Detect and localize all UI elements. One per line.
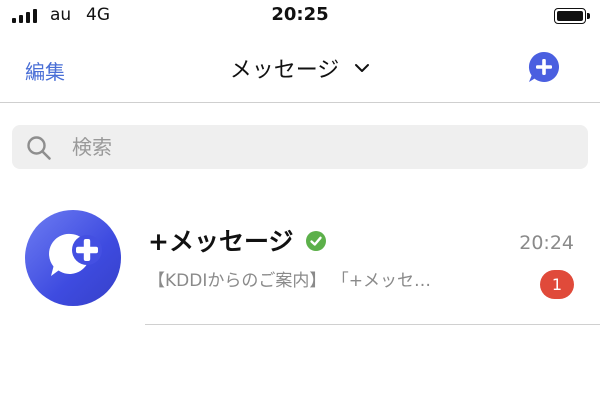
conversation-sender: +メッセージ xyxy=(148,227,294,256)
search-input[interactable] xyxy=(72,133,572,161)
search-bar[interactable] xyxy=(12,125,588,169)
title-selector[interactable]: メッセージ xyxy=(0,52,600,84)
status-bar: au 4G 20:25 xyxy=(0,0,600,34)
status-time: 20:25 xyxy=(271,4,329,25)
chevron-down-icon xyxy=(355,64,370,72)
verified-check-icon xyxy=(306,231,326,251)
unread-badge: 1 xyxy=(540,270,574,299)
conversation-time: 20:24 xyxy=(519,232,574,254)
row-divider xyxy=(145,324,600,325)
conversation-preview: 【KDDIからのご案内】 「+メッセ… xyxy=(148,271,431,291)
compose-plus-icon[interactable] xyxy=(527,50,561,84)
avatar xyxy=(25,210,121,306)
conversation-row[interactable]: +メッセージ 20:24 【KDDIからのご案内】 「+メッセ… 1 xyxy=(0,200,600,325)
search-icon xyxy=(27,136,51,160)
navigation-bar: 編集 メッセージ xyxy=(0,34,600,103)
plus-message-logo-icon xyxy=(49,233,102,276)
page-title: メッセージ xyxy=(229,58,340,83)
battery-icon xyxy=(554,8,590,24)
